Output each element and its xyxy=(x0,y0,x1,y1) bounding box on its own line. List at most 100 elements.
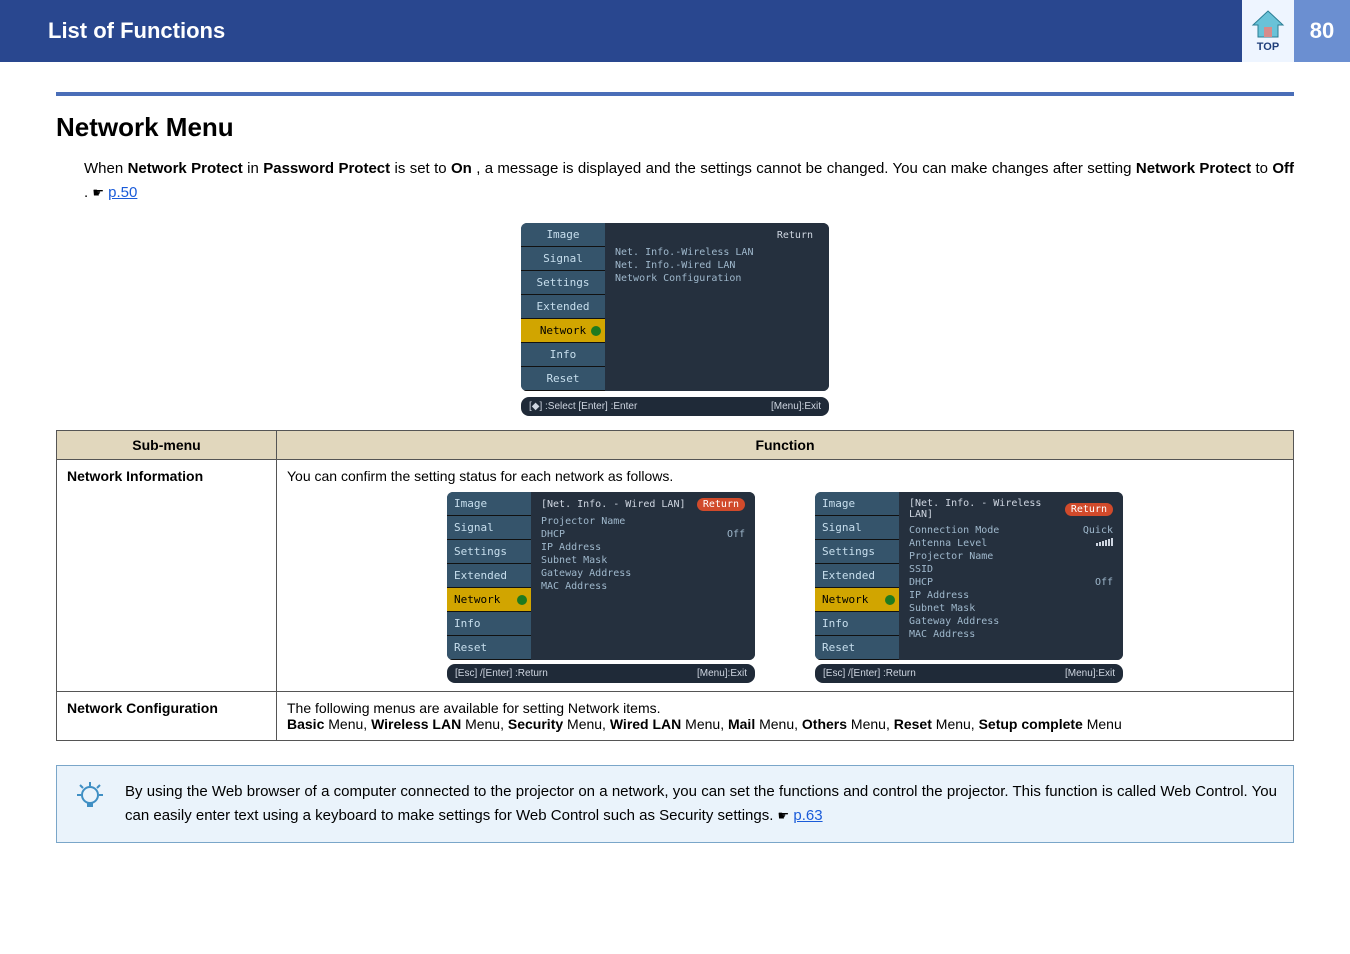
row-desc: You can confirm the setting status for e… xyxy=(287,468,1283,484)
antenna-bars-icon xyxy=(1096,538,1113,546)
menu-item-selected: Network xyxy=(447,588,531,612)
k: Connection Mode xyxy=(909,525,999,536)
menu-item-settings: Settings xyxy=(521,271,605,295)
wireless-block: Image Signal Settings Extended Network I… xyxy=(815,492,1123,683)
b: Security xyxy=(508,716,563,732)
b: Setup complete xyxy=(979,716,1083,732)
t: Menu, xyxy=(755,716,802,732)
cell-function: The following menus are available for se… xyxy=(277,692,1294,741)
table-row: Network Information You can confirm the … xyxy=(57,460,1294,692)
text: in xyxy=(247,160,263,177)
top-button[interactable]: TOP xyxy=(1242,0,1294,62)
menu-item-network-selected: Network xyxy=(521,319,605,343)
cell-submenu: Network Information xyxy=(57,460,277,692)
text-bold: Password Protect xyxy=(263,160,390,177)
text: is set to xyxy=(395,160,451,177)
menu-item: Signal xyxy=(447,516,531,540)
section-heading: Network Menu xyxy=(56,112,1294,143)
v: Off xyxy=(727,529,745,540)
function-table: Sub-menu Function Network Information Yo… xyxy=(56,430,1294,741)
lightbulb-icon xyxy=(73,780,107,822)
k: DHCP xyxy=(909,577,933,588)
k: IP Address xyxy=(909,590,969,601)
k: MAC Address xyxy=(909,629,975,640)
b: Mail xyxy=(728,716,755,732)
v: Off xyxy=(1095,577,1113,588)
menu-right-panel: Return Net. Info.-Wireless LAN Net. Info… xyxy=(605,223,829,391)
menu-item: Image xyxy=(447,492,531,516)
menu-item: Info xyxy=(815,612,899,636)
panel-title: [Net. Info. - Wired LAN] xyxy=(541,499,686,510)
return-badge: Return xyxy=(1065,503,1113,516)
cell-screenshots: Image Signal Settings Extended Network I… xyxy=(287,492,1283,683)
menu-footer: [Esc] /[Enter] :Return [Menu]:Exit xyxy=(815,664,1123,683)
k: Subnet Mask xyxy=(909,603,975,614)
main-menu-screenshot: Image Signal Settings Extended Network I… xyxy=(56,223,1294,416)
menu-item: Signal xyxy=(815,516,899,540)
menu-shot-wireless: Image Signal Settings Extended Network I… xyxy=(815,492,1123,660)
foot-right: [Menu]:Exit xyxy=(697,668,747,679)
menu-shot-main: Image Signal Settings Extended Network I… xyxy=(521,223,829,391)
t: Menu, xyxy=(324,716,371,732)
header-right: TOP 80 xyxy=(1242,0,1350,62)
k: Gateway Address xyxy=(909,616,999,627)
b: Basic xyxy=(287,716,324,732)
text-bold: Network Protect xyxy=(128,160,243,177)
cell-function: You can confirm the setting status for e… xyxy=(277,460,1294,692)
foot-left: [Esc] /[Enter] :Return xyxy=(455,668,548,679)
page-title: List of Functions xyxy=(48,18,225,44)
cell-submenu: Network Configuration xyxy=(57,692,277,741)
menu-item: Extended xyxy=(447,564,531,588)
menu-item: Settings xyxy=(447,540,531,564)
menu-item: Reset xyxy=(815,636,899,660)
return-label: Return xyxy=(771,229,819,242)
wired-block: Image Signal Settings Extended Network I… xyxy=(447,492,755,683)
menu-item-signal: Signal xyxy=(521,247,605,271)
k: Projector Name xyxy=(909,551,993,562)
menu-opt: Net. Info.-Wireless LAN xyxy=(615,247,753,258)
home-top-icon: TOP xyxy=(1251,9,1285,53)
menu-item: Info xyxy=(447,612,531,636)
menu-left-list: Image Signal Settings Extended Network I… xyxy=(521,223,605,391)
b: Wired LAN xyxy=(610,716,681,732)
text: to xyxy=(1255,160,1272,177)
menu-opt: Network Configuration xyxy=(615,273,741,284)
tip-text: By using the Web browser of a computer c… xyxy=(125,780,1277,828)
pointer-icon: ☛ xyxy=(92,185,104,200)
page-link[interactable]: p.63 xyxy=(793,807,822,824)
menu-item-reset: Reset xyxy=(521,367,605,391)
b: Wireless LAN xyxy=(371,716,461,732)
menu-item-image: Image xyxy=(521,223,605,247)
k: Subnet Mask xyxy=(541,555,607,566)
k: DHCP xyxy=(541,529,565,540)
pointer-icon: ☛ xyxy=(778,808,790,823)
text: By using the Web browser of a computer c… xyxy=(125,783,1277,824)
tip-box: By using the Web browser of a computer c… xyxy=(56,765,1294,843)
table-row: Network Configuration The following menu… xyxy=(57,692,1294,741)
menu-item-info: Info xyxy=(521,343,605,367)
text-bold: On xyxy=(451,160,472,177)
menu-list-line: Basic Menu, Wireless LAN Menu, Security … xyxy=(287,716,1283,732)
foot-right: [Menu]:Exit xyxy=(771,401,821,412)
text: When xyxy=(84,160,128,177)
foot-right: [Menu]:Exit xyxy=(1065,668,1115,679)
menu-item: Image xyxy=(815,492,899,516)
menu-shot-wired: Image Signal Settings Extended Network I… xyxy=(447,492,755,660)
intro-paragraph: When Network Protect in Password Protect… xyxy=(84,157,1294,205)
page-number: 80 xyxy=(1294,0,1350,62)
k: SSID xyxy=(909,564,933,575)
divider xyxy=(56,92,1294,96)
t: Menu, xyxy=(681,716,728,732)
menu-footer: [◆] :Select [Enter] :Enter [Menu]:Exit xyxy=(521,397,829,416)
menu-item-extended: Extended xyxy=(521,295,605,319)
k: MAC Address xyxy=(541,581,607,592)
menu-item-selected: Network xyxy=(815,588,899,612)
foot-left: [Esc] /[Enter] :Return xyxy=(823,668,916,679)
header-bar: List of Functions TOP 80 xyxy=(0,0,1350,62)
page-link[interactable]: p.50 xyxy=(108,184,137,201)
menu-item: Extended xyxy=(815,564,899,588)
row-desc: The following menus are available for se… xyxy=(287,700,1283,716)
k: IP Address xyxy=(541,542,601,553)
k: Gateway Address xyxy=(541,568,631,579)
menu-footer: [Esc] /[Enter] :Return [Menu]:Exit xyxy=(447,664,755,683)
